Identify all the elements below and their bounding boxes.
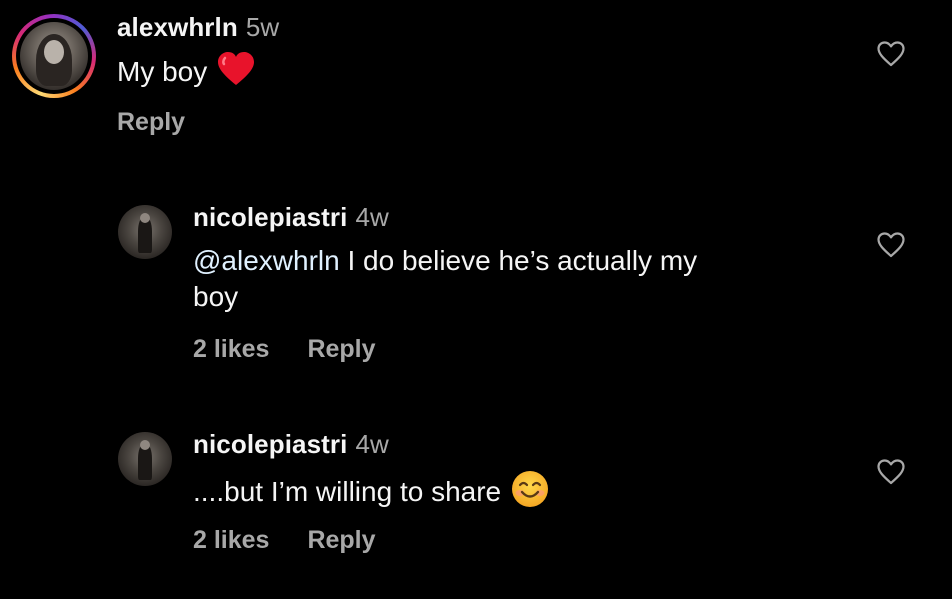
reply-button[interactable]: Reply: [307, 526, 375, 554]
comment-actions: 2 likes Reply: [193, 526, 376, 555]
comment-body: boy: [193, 281, 239, 312]
comment-timestamp: 4w: [355, 429, 389, 459]
comment-timestamp: 4w: [355, 202, 389, 232]
comment-body: I do believe he’s actually my: [339, 245, 698, 276]
likes-count[interactable]: 2 likes: [193, 526, 269, 554]
mention-link[interactable]: @alexwhrln: [193, 245, 340, 276]
avatar[interactable]: [118, 205, 172, 259]
like-button[interactable]: [876, 40, 906, 68]
comment-username[interactable]: alexwhrln 5w: [117, 12, 279, 43]
like-button[interactable]: [876, 458, 906, 486]
avatar: [20, 22, 88, 90]
comment-actions: 2 likes Reply: [193, 335, 376, 364]
smiling-face-icon: [511, 470, 549, 517]
comment-body: ....but I’m willing to share: [193, 475, 502, 507]
comment-username[interactable]: nicolepiastri 4w: [193, 429, 389, 460]
reply-button[interactable]: Reply: [117, 108, 185, 136]
comment-body: My boy: [117, 55, 208, 87]
avatar-story-ring[interactable]: [12, 14, 96, 98]
comment-username[interactable]: nicolepiastri 4w: [193, 202, 389, 233]
heart-outline-icon: [877, 232, 905, 258]
heart-outline-icon: [877, 41, 905, 67]
heart-outline-icon: [877, 459, 905, 485]
comment-text: ....but I’m willing to share: [193, 470, 549, 517]
username-text[interactable]: alexwhrln: [117, 12, 238, 42]
likes-count[interactable]: 2 likes: [193, 335, 269, 363]
reply-button[interactable]: Reply: [307, 335, 375, 363]
username-text[interactable]: nicolepiastri: [193, 202, 347, 232]
comment-timestamp: 5w: [245, 12, 280, 42]
like-button[interactable]: [876, 231, 906, 259]
comment-text: My boy: [117, 52, 255, 95]
comment-text: @alexwhrln I do believe he’s actually my: [193, 243, 697, 279]
avatar[interactable]: [118, 432, 172, 486]
comment-text-line2: boy: [193, 279, 238, 315]
comment-actions: Reply: [117, 108, 185, 137]
red-heart-icon: [217, 52, 255, 95]
username-text[interactable]: nicolepiastri: [193, 429, 347, 459]
